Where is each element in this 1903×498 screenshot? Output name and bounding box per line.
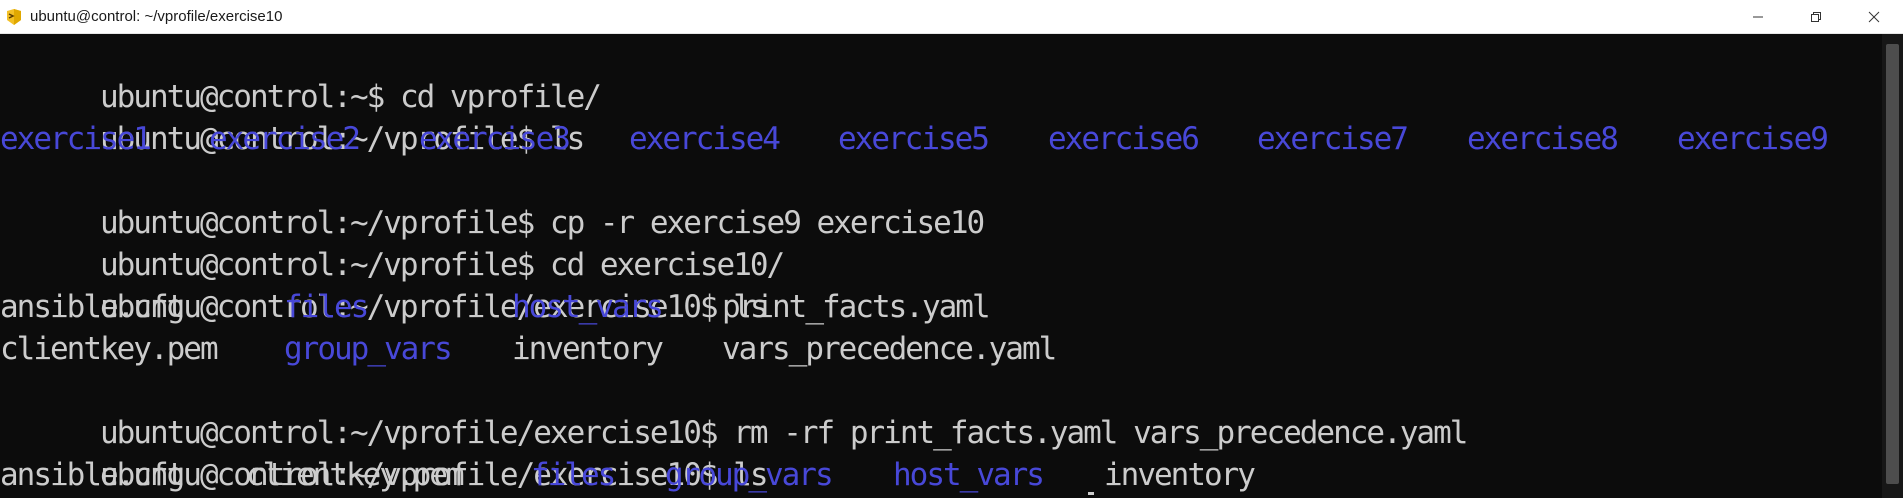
title-bar[interactable]: ubuntu@control: ~/vprofile/exercise10 bbox=[0, 0, 1903, 34]
file-entry: inventory bbox=[512, 331, 664, 367]
terminal-line: ubuntu@control:~/vprofile/exercise10$ ls bbox=[0, 244, 769, 325]
dir-entry: exercise3 bbox=[419, 121, 571, 157]
file-listing-row: ansible.cfg files host_vars print_facts.… bbox=[0, 286, 1882, 328]
terminal-line: ubuntu@control:~/vprofile$ cp -r exercis… bbox=[0, 160, 985, 241]
text-cursor bbox=[1088, 492, 1094, 495]
file-entry: print_facts.yaml bbox=[722, 289, 991, 325]
terminal-output[interactable]: ubuntu@control:~$ cd vprofile/ ubuntu@co… bbox=[0, 34, 1882, 498]
terminal-window: ubuntu@control: ~/vprofile/exercise10 ub… bbox=[0, 0, 1903, 498]
dir-entry: exercise9 bbox=[1677, 121, 1829, 157]
file-entry: vars_precedence.yaml bbox=[722, 331, 1057, 367]
vertical-scrollbar[interactable] bbox=[1882, 34, 1903, 498]
dir-entry: exercise8 bbox=[1467, 121, 1619, 157]
file-listing-row: ansible.cfg clientkey.pem files group_va… bbox=[0, 454, 1882, 496]
file-entry: ansible.cfg bbox=[0, 289, 185, 325]
restore-button[interactable] bbox=[1787, 0, 1845, 34]
directory-listing: exercise1 exercise2 exercise3 exercise4 … bbox=[0, 118, 1882, 160]
dir-entry: exercise2 bbox=[209, 121, 361, 157]
scrollbar-thumb[interactable] bbox=[1886, 44, 1899, 484]
window-title: ubuntu@control: ~/vprofile/exercise10 bbox=[30, 8, 283, 25]
dir-entry: exercise7 bbox=[1257, 121, 1409, 157]
minimize-icon bbox=[1753, 16, 1763, 18]
dir-entry: group_vars bbox=[284, 331, 453, 367]
minimize-button[interactable] bbox=[1729, 0, 1787, 34]
dir-entry: host_vars bbox=[512, 289, 664, 325]
dir-entry: exercise6 bbox=[1048, 121, 1200, 157]
terminal-line: ubuntu@control:~$ cd vprofile/ bbox=[0, 34, 602, 115]
file-entry: clientkey.pem bbox=[246, 457, 465, 493]
dir-entry: group_vars bbox=[665, 457, 834, 493]
terminal-line: ubuntu@control:~/vprofile/exercise10$ ls bbox=[0, 412, 769, 493]
file-entry: ansible.cfg bbox=[0, 457, 185, 493]
terminal-line: ubuntu@control:~/vprofile$ cd exercise10… bbox=[0, 202, 785, 283]
terminal-line: ubuntu@control:~/vprofile/exercise10$ rm… bbox=[0, 370, 1468, 451]
dir-entry: files bbox=[284, 289, 369, 325]
dir-entry: exercise1 bbox=[0, 121, 152, 157]
close-icon bbox=[1868, 11, 1880, 23]
terminal-line: ubuntu@control:~/vprofile$ ls bbox=[0, 76, 585, 157]
restore-icon bbox=[1811, 12, 1821, 22]
close-button[interactable] bbox=[1845, 0, 1903, 34]
dir-entry: files bbox=[531, 457, 616, 493]
window-controls bbox=[1729, 0, 1903, 34]
command: rm -rf print_facts.yaml vars_precedence.… bbox=[733, 415, 1468, 451]
dir-entry: exercise5 bbox=[838, 121, 990, 157]
dir-entry: host_vars bbox=[893, 457, 1045, 493]
terminal-app-icon bbox=[4, 7, 24, 27]
dir-entry: exercise4 bbox=[629, 121, 781, 157]
file-entry: clientkey.pem bbox=[0, 331, 219, 367]
file-listing-row: clientkey.pem group_vars inventory vars_… bbox=[0, 328, 1882, 370]
file-entry: inventory bbox=[1104, 457, 1256, 493]
